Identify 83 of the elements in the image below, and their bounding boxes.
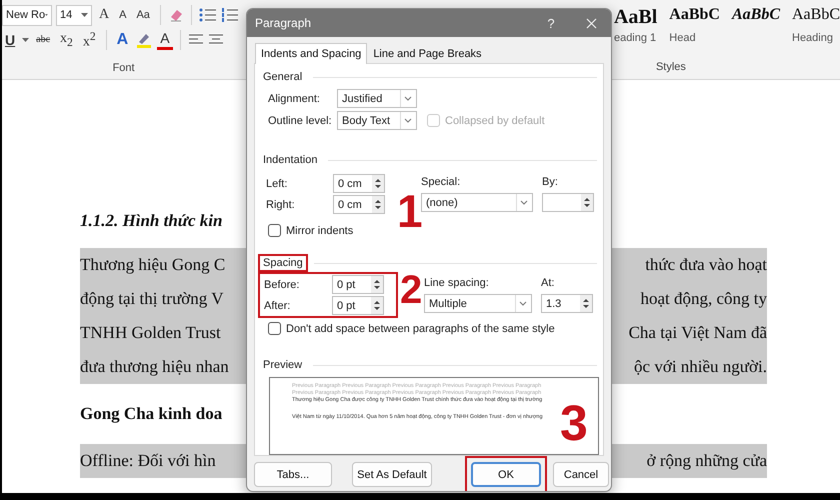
field-label: Special: bbox=[421, 176, 462, 188]
style-name: Head bbox=[669, 32, 697, 46]
field-label: Alignment: bbox=[268, 92, 321, 104]
annotation-number: 1 bbox=[397, 188, 423, 234]
field-label: Left: bbox=[266, 178, 288, 190]
checkbox-label: Don't add space between paragraphs of the same style bbox=[286, 322, 555, 334]
section-heading: Preview bbox=[262, 358, 304, 373]
group-label: Styles bbox=[654, 60, 687, 75]
dropdown[interactable]: Body Text bbox=[337, 111, 417, 130]
strikethrough-button[interactable]: abc bbox=[33, 28, 54, 51]
annotation-number: 3 bbox=[560, 398, 588, 448]
help-button[interactable]: ? bbox=[531, 9, 571, 37]
font-color-button[interactable]: A bbox=[157, 30, 173, 50]
dialog-button[interactable]: Tabs... bbox=[254, 462, 332, 487]
font-name-field[interactable]: New Ro bbox=[2, 4, 52, 26]
tab[interactable]: Line and Page Breaks bbox=[367, 43, 488, 63]
section-heading: Spacing bbox=[258, 254, 308, 272]
subscript-button[interactable]: x$_{2}$ bbox=[57, 28, 76, 51]
caret-icon bbox=[22, 38, 30, 42]
spin-field[interactable]: 0 pt bbox=[332, 275, 384, 294]
dropdown[interactable]: Justified bbox=[337, 89, 417, 108]
field-label: After: bbox=[264, 300, 292, 312]
style-name: eading 1 bbox=[614, 32, 658, 46]
field-label: By: bbox=[542, 176, 559, 188]
spinner-arrows-icon[interactable] bbox=[580, 295, 592, 312]
document-text: 1.1.2. Hình thức kin bbox=[80, 211, 224, 231]
dialog-button[interactable]: Cancel bbox=[553, 462, 609, 487]
document-text: động tại thị trường V bbox=[80, 289, 224, 309]
field-label: Right: bbox=[266, 198, 296, 210]
style-sample[interactable]: AaBbC bbox=[669, 6, 720, 28]
document-text: TNHH Golden Trust bbox=[80, 323, 222, 343]
document-text: ở rộng những cửa bbox=[646, 451, 767, 471]
spin-field[interactable]: 0 cm bbox=[333, 174, 385, 193]
dropdown[interactable]: (none) bbox=[421, 193, 533, 212]
underline-button[interactable]: U bbox=[2, 28, 18, 51]
spin-field[interactable]: 0 pt bbox=[332, 296, 384, 315]
field-label: Outline level: bbox=[268, 114, 333, 126]
document-text: Thương hiệu Gong C bbox=[80, 255, 226, 275]
spinner-arrows-icon[interactable] bbox=[581, 194, 593, 211]
font-size-field[interactable]: 14 bbox=[56, 4, 92, 26]
document-text: thức đưa vào hoạt bbox=[644, 255, 767, 275]
style-name: Heading bbox=[792, 32, 834, 46]
field-label: At: bbox=[541, 276, 556, 288]
bullet-list-icon[interactable] bbox=[198, 7, 217, 24]
shrink-font-button[interactable]: A bbox=[116, 4, 130, 26]
checkbox-label: Mirror indents bbox=[286, 224, 354, 236]
dialog-button[interactable]: Set As Default bbox=[352, 462, 432, 487]
close-icon[interactable] bbox=[586, 18, 596, 28]
style-sample[interactable]: AaBbC bbox=[732, 6, 780, 28]
caret-icon bbox=[81, 13, 88, 18]
checkbox[interactable] bbox=[268, 322, 281, 335]
section-heading: Indentation bbox=[262, 153, 318, 168]
grow-font-button[interactable]: A bbox=[96, 4, 112, 26]
section-heading: General bbox=[262, 70, 304, 85]
numbered-list-icon[interactable] bbox=[220, 7, 239, 24]
dialog-button[interactable]: OK bbox=[471, 462, 541, 487]
document-text: đưa thương hiệu nhan bbox=[80, 357, 230, 377]
spinner-arrows-icon[interactable] bbox=[371, 297, 383, 314]
dropdown[interactable]: Multiple bbox=[424, 294, 532, 313]
document-text: Gong Cha kinh doa bbox=[80, 404, 224, 424]
document-text: hoạt động, công ty bbox=[639, 289, 767, 309]
style-sample[interactable]: AaBl bbox=[614, 6, 658, 28]
superscript-button[interactable]: x$^{2}$ bbox=[80, 28, 99, 51]
spinner-arrows-icon[interactable] bbox=[372, 175, 384, 192]
document-text: ộc với nhiều người. bbox=[633, 357, 767, 377]
checkbox-label: Collapsed by default bbox=[445, 114, 545, 126]
field-label: Before: bbox=[264, 278, 300, 290]
group-label: Font bbox=[112, 61, 136, 76]
window-title: Paragraph bbox=[255, 16, 312, 30]
checkbox[interactable] bbox=[268, 224, 281, 237]
spinner-arrows-icon[interactable] bbox=[371, 276, 383, 293]
text-effects-button[interactable]: A bbox=[114, 28, 132, 51]
change-case-button[interactable]: Aa bbox=[133, 4, 153, 26]
style-sample[interactable]: AaBbC bbox=[792, 6, 840, 28]
spin-field[interactable]: 1.3 bbox=[541, 294, 593, 313]
document-text: Cha tại Việt Nam đã bbox=[628, 323, 767, 343]
tab[interactable]: Indents and Spacing bbox=[255, 43, 368, 64]
spin-field[interactable]: 0 cm bbox=[333, 195, 385, 214]
spin-field[interactable] bbox=[542, 193, 594, 212]
field-label: Line spacing: bbox=[424, 276, 490, 288]
annotation-number: 2 bbox=[400, 270, 422, 310]
spinner-arrows-icon[interactable] bbox=[372, 196, 384, 213]
document-text: Offline: Đối với hìn bbox=[80, 451, 217, 471]
